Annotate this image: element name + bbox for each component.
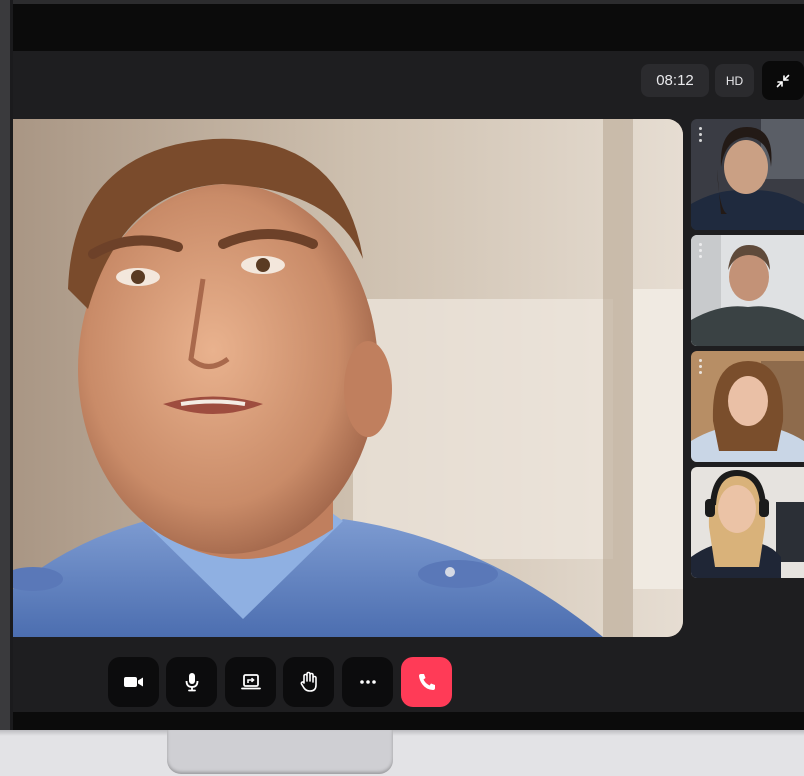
participant-thumbnail-1 bbox=[691, 119, 804, 230]
hand-icon bbox=[300, 671, 317, 692]
screen-share-icon bbox=[240, 674, 261, 690]
more-icon[interactable] bbox=[699, 127, 703, 145]
share-screen-button[interactable] bbox=[225, 657, 276, 707]
quality-badge[interactable]: HD bbox=[715, 64, 754, 97]
phone-hangup-icon bbox=[418, 674, 435, 690]
device-hinge-notch bbox=[167, 730, 393, 774]
collapse-button[interactable] bbox=[762, 61, 804, 100]
raise-hand-button[interactable] bbox=[283, 657, 334, 707]
participant-thumbnail-2 bbox=[691, 235, 804, 346]
microphone-icon bbox=[185, 673, 198, 692]
microphone-button[interactable] bbox=[166, 657, 217, 707]
participant-thumbnail-4 bbox=[691, 467, 804, 578]
main-participant-video[interactable] bbox=[13, 119, 683, 637]
collapse-icon bbox=[776, 74, 790, 87]
title-bar bbox=[13, 4, 804, 51]
participant-tile[interactable] bbox=[691, 119, 804, 230]
participant-tile[interactable] bbox=[691, 235, 804, 346]
participant-thumbnail-3 bbox=[691, 351, 804, 462]
call-timer: 08:12 bbox=[641, 64, 709, 97]
device-bezel-left bbox=[0, 0, 13, 730]
device-base bbox=[0, 730, 804, 776]
end-call-button[interactable] bbox=[401, 657, 452, 707]
more-icon[interactable] bbox=[699, 243, 703, 261]
participant-video bbox=[13, 119, 683, 637]
camera-button[interactable] bbox=[108, 657, 159, 707]
participant-tile[interactable] bbox=[691, 351, 804, 462]
video-camera-icon bbox=[123, 677, 143, 687]
window-bottom-edge bbox=[13, 712, 804, 730]
more-options-button[interactable] bbox=[342, 657, 393, 707]
participant-tile[interactable] bbox=[691, 467, 804, 578]
more-icon[interactable] bbox=[699, 359, 703, 377]
more-options-icon bbox=[359, 680, 376, 684]
